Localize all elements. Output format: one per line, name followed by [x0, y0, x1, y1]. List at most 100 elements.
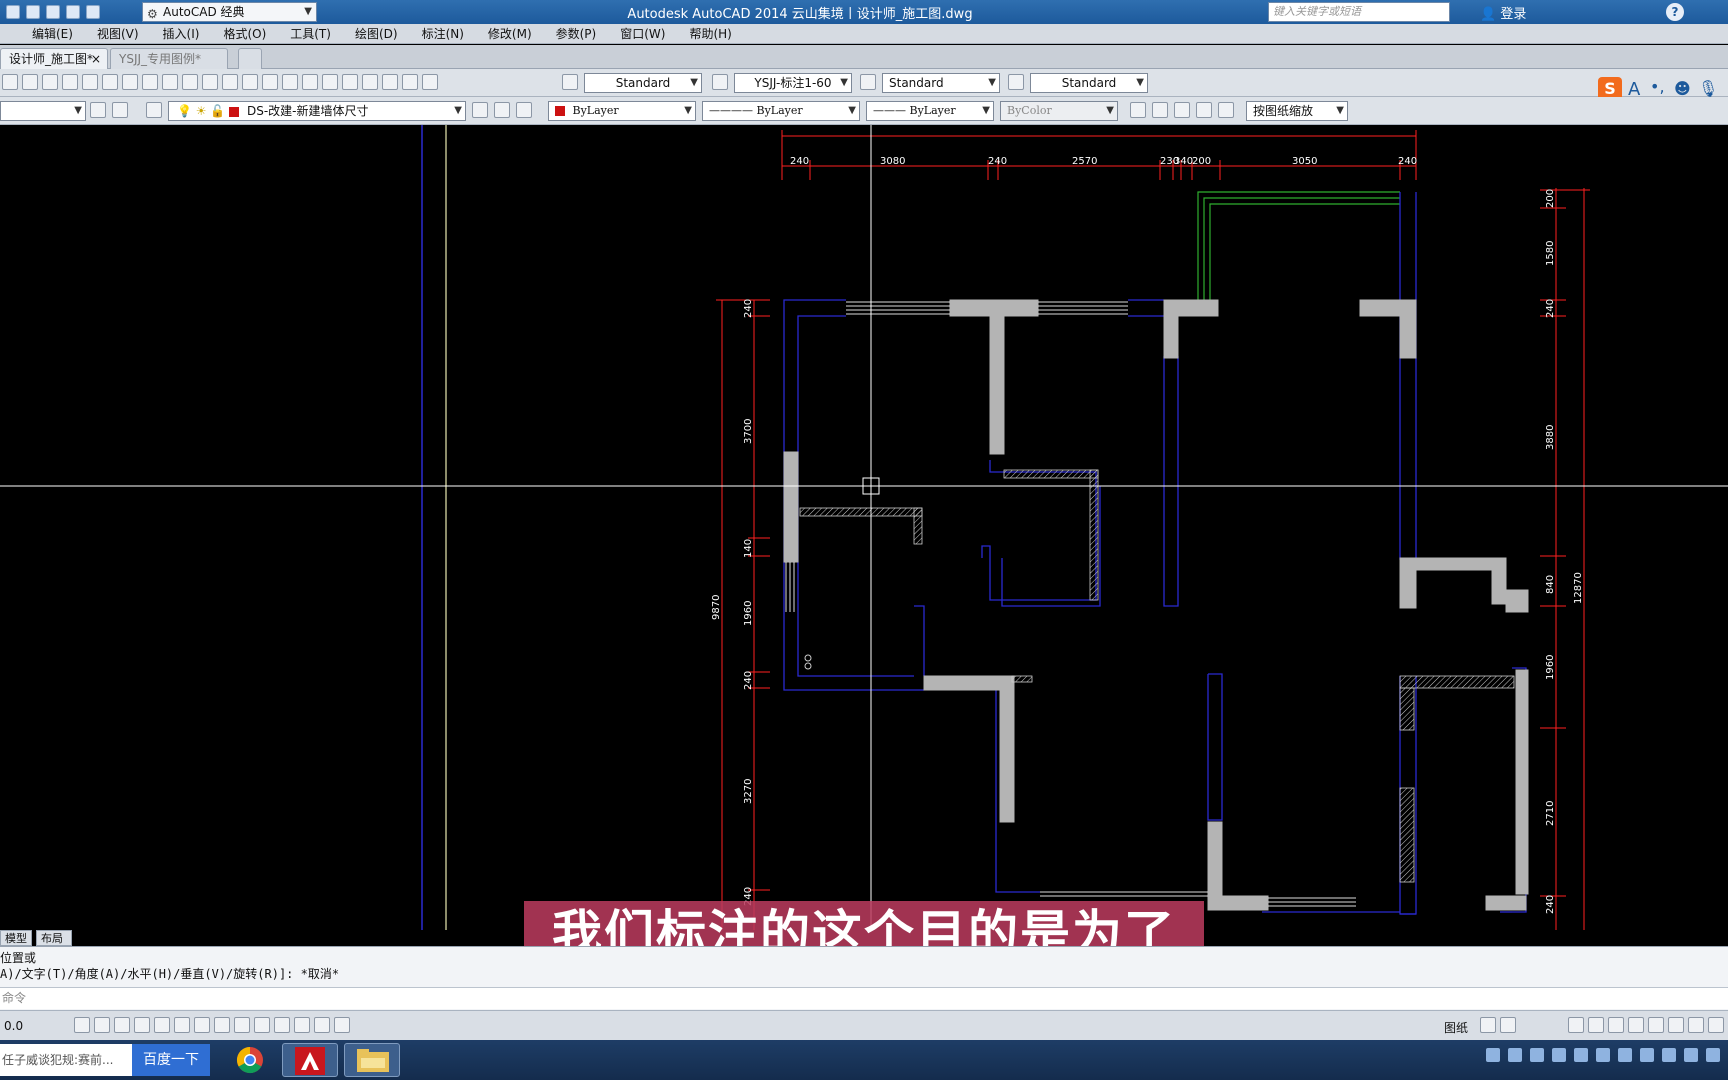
plot-icon[interactable] [42, 74, 58, 90]
lineweight-icon[interactable] [274, 1017, 290, 1033]
menu-draw[interactable]: 绘图(D) [343, 25, 410, 42]
punctuation-icon[interactable]: •, [1650, 77, 1665, 96]
table-style-icon[interactable] [860, 74, 876, 90]
zoom-previous-icon[interactable] [282, 74, 298, 90]
zoom-window-icon[interactable] [262, 74, 278, 90]
open-icon[interactable] [2, 74, 18, 90]
viewport-icon[interactable] [1130, 102, 1146, 118]
copy-icon[interactable] [102, 74, 118, 90]
match-properties-icon[interactable] [142, 74, 158, 90]
text-style-icon[interactable] [562, 74, 578, 90]
help-icon[interactable] [422, 74, 438, 90]
workspace-small-select[interactable]: ▼ [0, 101, 86, 121]
quick-view-layouts-icon[interactable] [1480, 1017, 1496, 1033]
viewport-polygon-icon[interactable] [1174, 102, 1190, 118]
make-current-icon[interactable] [472, 102, 488, 118]
preview-icon[interactable] [22, 74, 38, 90]
menu-help[interactable]: 帮助(H) [677, 25, 743, 42]
nvidia-icon[interactable] [1596, 1048, 1610, 1062]
tab-drawing-legend[interactable]: YSJJ_专用图例* [110, 48, 228, 69]
redo-icon[interactable] [202, 74, 218, 90]
transparency-icon[interactable] [294, 1017, 310, 1033]
menu-tools[interactable]: 工具(T) [278, 25, 343, 42]
viewport-single-icon[interactable] [1152, 102, 1168, 118]
quick-view-drawings-icon[interactable] [1500, 1017, 1516, 1033]
zoom-realtime-icon[interactable] [242, 74, 258, 90]
paper-space-label[interactable]: 图纸 [1444, 1019, 1468, 1036]
ortho-mode-icon[interactable] [134, 1017, 150, 1033]
menu-window[interactable]: 窗口(W) [608, 25, 677, 42]
autocad-app[interactable] [282, 1043, 338, 1077]
gear-icon[interactable] [90, 102, 106, 118]
action-center-icon[interactable] [1706, 1048, 1720, 1062]
workspace-select[interactable]: ⚙ AutoCAD 经典 ▼ [142, 2, 317, 22]
print-icon[interactable] [46, 5, 60, 19]
tab-drawing-active[interactable]: 设计师_施工图* × [0, 48, 108, 69]
ucs-icon[interactable] [234, 1017, 250, 1033]
viewport-clip-icon[interactable] [1218, 102, 1234, 118]
tab-layout[interactable]: 布局 [36, 930, 72, 946]
undo-icon[interactable] [182, 74, 198, 90]
menu-modify[interactable]: 修改(M) [476, 25, 544, 42]
dim-style-icon[interactable] [712, 74, 728, 90]
cut-icon[interactable] [82, 74, 98, 90]
security-icon[interactable] [1640, 1048, 1654, 1062]
tray-app-icon[interactable] [1574, 1048, 1588, 1062]
grid-display-icon[interactable] [114, 1017, 130, 1033]
3d-object-snap-icon[interactable] [194, 1017, 210, 1033]
baidu-search-button[interactable]: 百度一下 [132, 1044, 210, 1076]
layer-select[interactable]: 💡 ☀ 🔓 DS-改建-新建墙体尺寸 ▼ [168, 101, 466, 121]
publish-icon[interactable] [62, 74, 78, 90]
tray-app-icon[interactable] [1618, 1048, 1632, 1062]
volume-icon[interactable] [1684, 1048, 1698, 1062]
search-input[interactable]: 键入关键字或短语 [1268, 2, 1450, 22]
infer-constraints-icon[interactable] [74, 1017, 90, 1033]
pan-icon[interactable] [222, 74, 238, 90]
undo-icon[interactable] [66, 5, 80, 19]
selection-cycling-icon[interactable] [334, 1017, 350, 1033]
toolbar-icon[interactable] [112, 102, 128, 118]
emoji-icon[interactable]: ☻ [1674, 79, 1691, 98]
drawing-canvas[interactable]: 240 3080 240 2570 230 340 200 3050 240 2… [0, 125, 1728, 930]
hardware-acceleration-icon[interactable] [1668, 1017, 1684, 1033]
layer-match-icon[interactable] [516, 102, 532, 118]
save-icon[interactable] [26, 5, 40, 19]
table-style-select[interactable]: Standard ▼ [882, 73, 1000, 93]
close-icon[interactable]: × [91, 49, 101, 69]
network-icon[interactable] [1662, 1048, 1676, 1062]
object-snap-icon[interactable] [174, 1017, 190, 1033]
tab-model[interactable]: 模型 [0, 930, 32, 946]
multileader-style-select[interactable]: Standard ▼ [1030, 73, 1148, 93]
calculator-icon[interactable] [402, 74, 418, 90]
menu-format[interactable]: 格式(O) [211, 25, 278, 42]
tray-app-icon[interactable] [1486, 1048, 1500, 1062]
properties-icon[interactable] [302, 74, 318, 90]
taskbar-search-input[interactable]: 任子威谈犯规:赛前... [0, 1044, 132, 1076]
new-file-icon[interactable] [6, 5, 20, 19]
new-tab-button[interactable] [238, 48, 262, 69]
menu-dimension[interactable]: 标注(N) [410, 25, 476, 42]
menu-view[interactable]: 视图(V) [85, 25, 151, 42]
redo-icon[interactable] [86, 5, 100, 19]
tool-palettes-icon[interactable] [342, 74, 358, 90]
dynamic-input-icon[interactable] [254, 1017, 270, 1033]
color-select[interactable]: ByLayer ▼ [548, 101, 696, 121]
snap-mode-icon[interactable] [94, 1017, 110, 1033]
quick-properties-icon[interactable] [314, 1017, 330, 1033]
login-button[interactable]: 👤 登录 [1480, 3, 1526, 22]
object-snap-tracking-icon[interactable] [214, 1017, 230, 1033]
lineweight-select[interactable]: ——— ByLayer ▼ [866, 101, 994, 121]
help-icon[interactable]: ? [1666, 3, 1684, 21]
polar-tracking-icon[interactable] [154, 1017, 170, 1033]
tray-app-icon[interactable] [1552, 1048, 1566, 1062]
maximize-viewport-icon[interactable] [1568, 1017, 1584, 1033]
chrome-app[interactable] [222, 1043, 278, 1077]
command-input[interactable]: 命令 [0, 987, 1728, 1009]
file-explorer-app[interactable] [344, 1043, 400, 1077]
microphone-icon[interactable]: 🎙 [1698, 79, 1718, 98]
workspace-switching-icon[interactable] [1628, 1017, 1644, 1033]
tray-app-icon[interactable] [1508, 1048, 1522, 1062]
paste-icon[interactable] [122, 74, 138, 90]
markup-icon[interactable] [382, 74, 398, 90]
tray-app-icon[interactable] [1530, 1048, 1544, 1062]
